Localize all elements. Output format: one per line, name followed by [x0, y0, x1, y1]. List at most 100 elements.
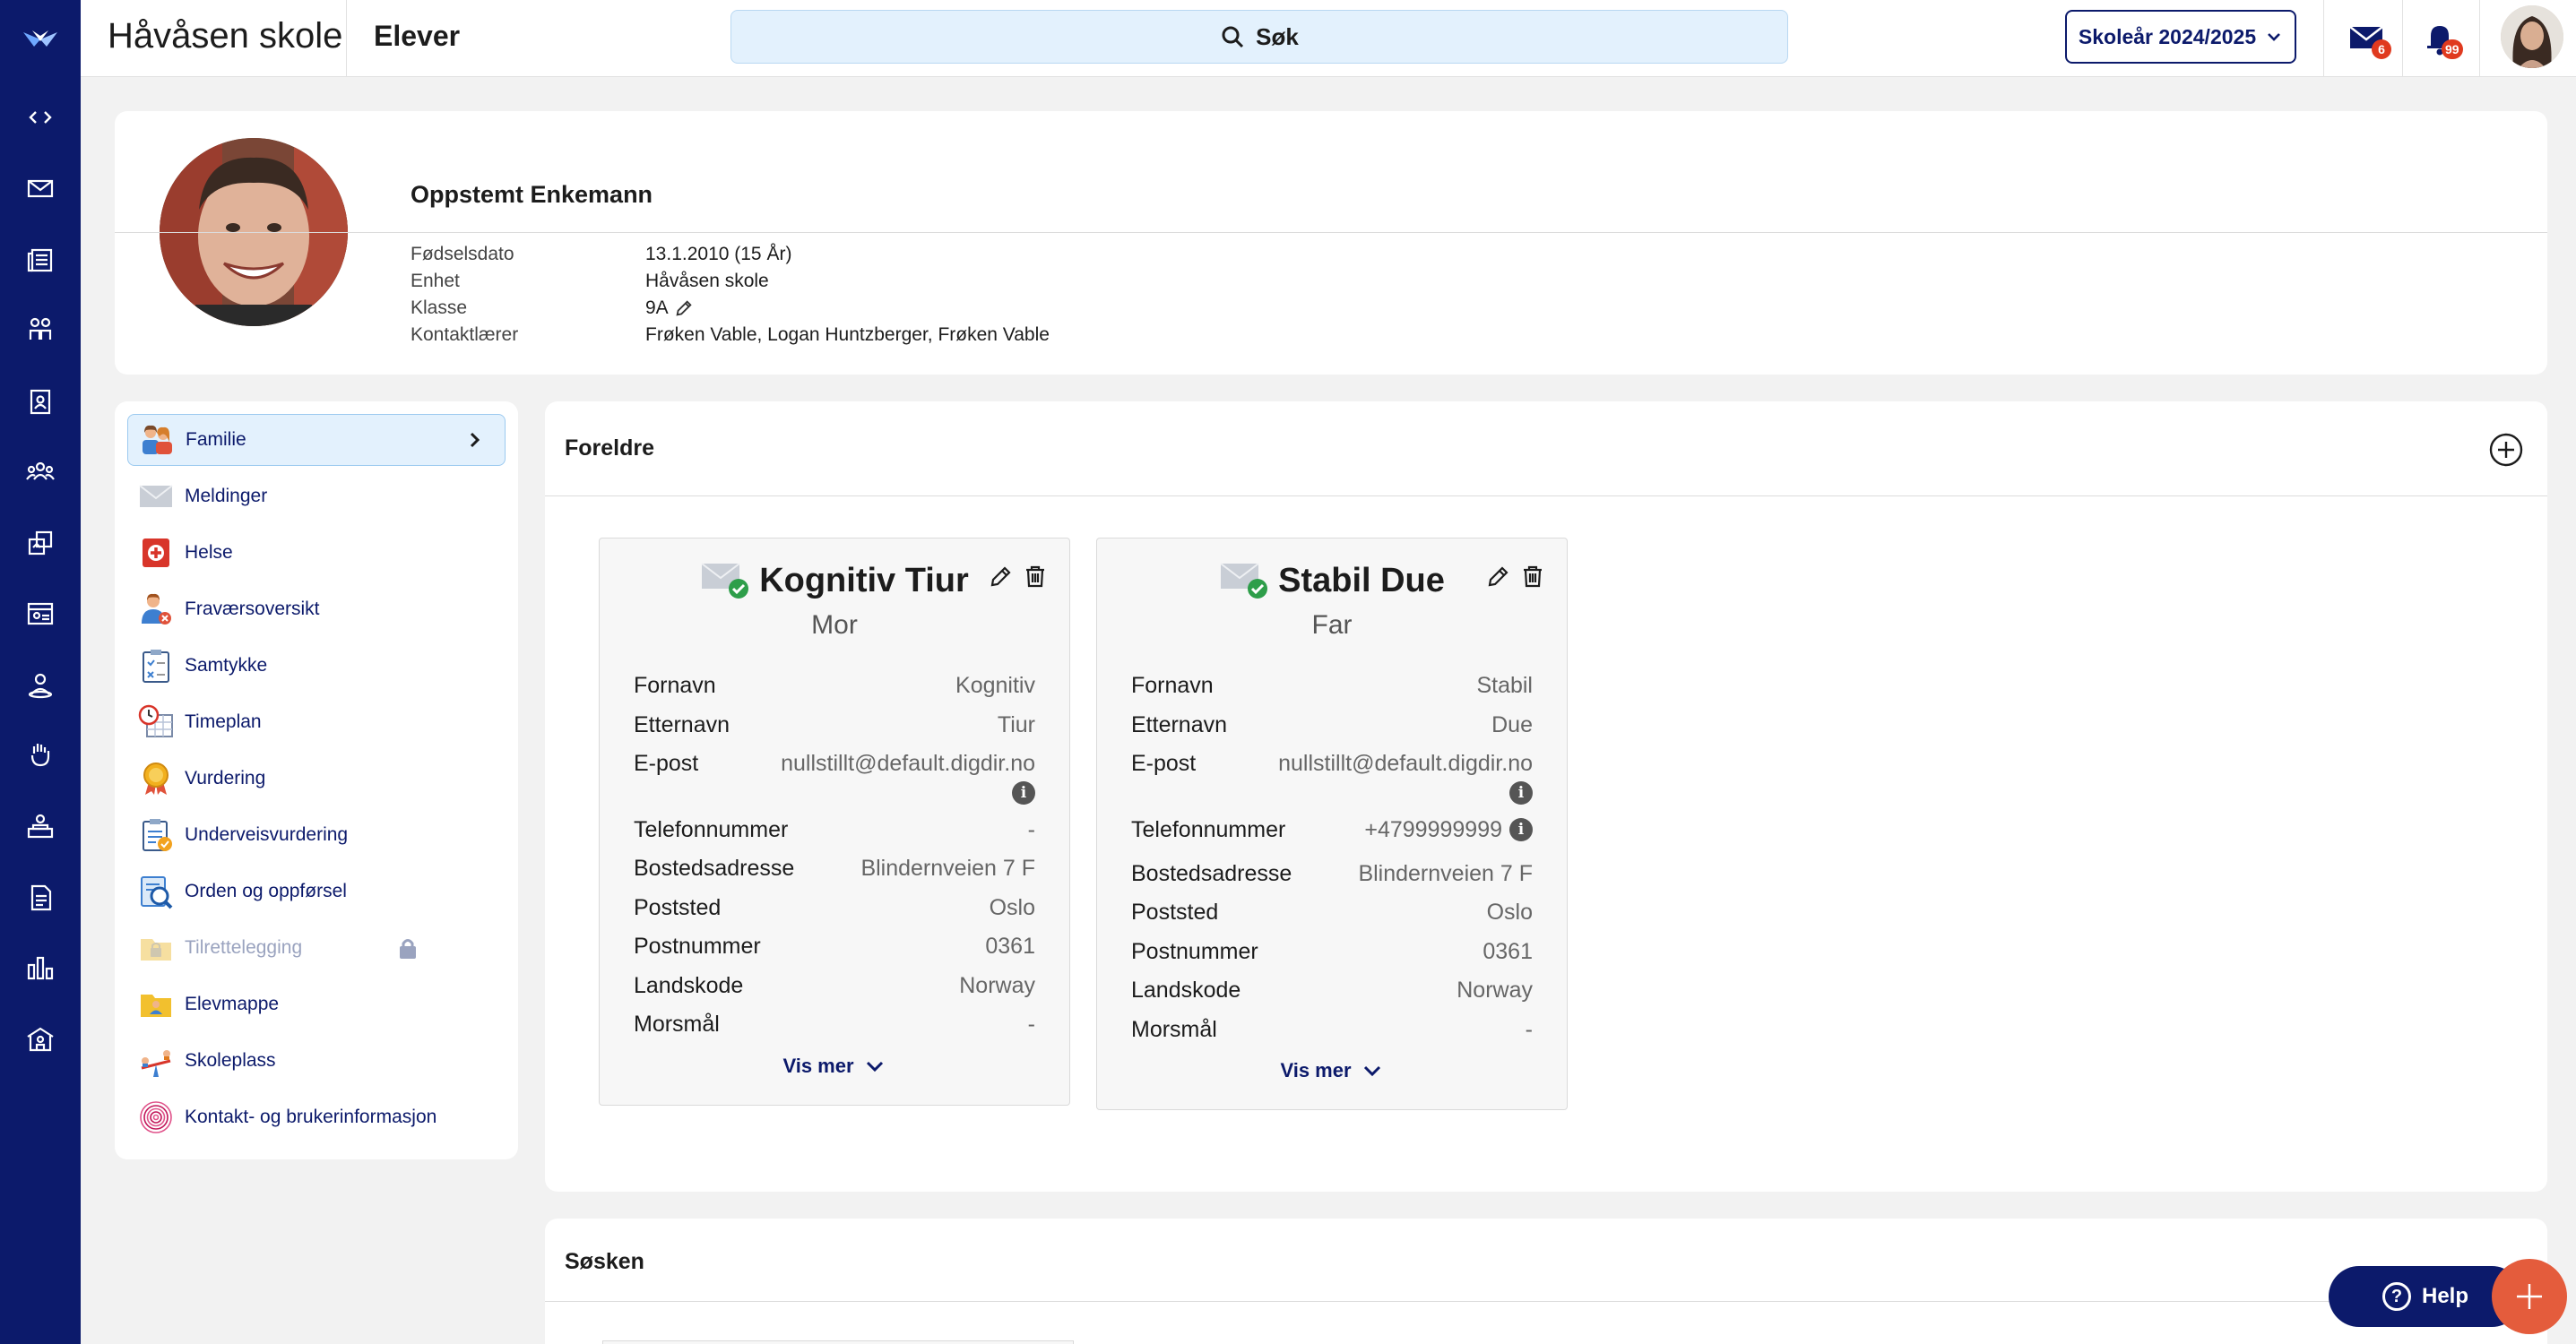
- class-value: 9A: [645, 297, 669, 318]
- row-value: Tiur: [997, 711, 1035, 737]
- row-value: nullstillt@default.digdir.no: [781, 751, 1035, 776]
- row-value-phone: +4799999999 i: [1364, 817, 1533, 843]
- calendar-icon[interactable]: [24, 597, 56, 629]
- menu-item-elevmappe[interactable]: Elevmappe: [127, 978, 506, 1030]
- divider: [115, 232, 2547, 233]
- assessment-icon: [138, 817, 174, 853]
- row-value: Blindernveien 7 F: [860, 856, 1035, 881]
- badge-icon[interactable]: [24, 385, 56, 418]
- parent-card: Stabil Due Far Fornavn Stabil Etternavn Du…: [1096, 538, 1568, 1110]
- parent-row: Morsmål -: [634, 1012, 1035, 1051]
- parent-actions: [989, 564, 1048, 589]
- document-icon[interactable]: [24, 882, 56, 914]
- parent-row: Morsmål -: [1131, 1017, 1533, 1056]
- menu-item-fravaersoversikt[interactable]: Fraværsoversikt: [127, 583, 506, 635]
- lock-icon: [400, 939, 416, 959]
- menu-item-label: Meldinger: [185, 486, 268, 506]
- parent-details: Fornavn Stabil Etternavn Due E-post nullsti…: [1097, 655, 1567, 1055]
- row-label: Fornavn: [1131, 673, 1214, 698]
- parent-card-header: Kognitiv Tiur Mor: [600, 538, 1069, 655]
- people-icon[interactable]: [24, 314, 56, 346]
- top-bar: Håvåsen skole Elever Søk Skoleår 2024/20…: [81, 0, 2576, 77]
- row-value: -: [1525, 1016, 1533, 1042]
- notification-badge: 99: [2442, 39, 2463, 59]
- parent-row: Postnummer 0361: [634, 934, 1035, 973]
- school-year-label: Skoleår 2024/2025: [2078, 24, 2257, 48]
- row-label: Morsmål: [1131, 1016, 1217, 1042]
- code-icon[interactable]: [24, 101, 56, 134]
- student-profile-card: Oppstemt Enkemann Fødselsdato 13.1.2010 …: [115, 111, 2547, 375]
- row-value: Norway: [959, 972, 1035, 998]
- row-label: E-post: [634, 751, 699, 776]
- info-icon[interactable]: i: [1509, 818, 1533, 841]
- row-label: Bostedsadresse: [634, 856, 795, 881]
- search-bar[interactable]: Søk: [730, 10, 1788, 64]
- menu-item-kontakt-og-brukerinformasjon[interactable]: Kontakt- og brukerinformasjon: [127, 1091, 506, 1143]
- menu-item-familie[interactable]: Familie: [127, 414, 506, 466]
- menu-item-timeplan[interactable]: Timeplan: [127, 696, 506, 748]
- mail-icon[interactable]: [24, 172, 56, 204]
- row-label: Fornavn: [634, 673, 716, 698]
- delete-trash-icon[interactable]: [1520, 564, 1545, 589]
- parent-row: Bostedsadresse Blindernveien 7 F: [1131, 861, 1533, 900]
- delete-trash-icon[interactable]: [1023, 564, 1048, 589]
- info-icon[interactable]: i: [1012, 780, 1035, 805]
- detail-value: Håvåsen skole: [645, 271, 769, 291]
- parent-details: Fornavn Kognitiv Etternavn Tiur E-post null…: [600, 655, 1069, 1051]
- messages-button[interactable]: 6: [2347, 18, 2391, 59]
- app-logo[interactable]: [20, 20, 61, 56]
- help-question-icon: ?: [2382, 1282, 2411, 1311]
- menu-item-skoleplass[interactable]: Skoleplass: [127, 1035, 506, 1087]
- swap-icon[interactable]: [24, 527, 56, 559]
- detail-label: Enhet: [411, 271, 460, 291]
- add-parent-button[interactable]: [2488, 432, 2524, 468]
- student-name: Oppstemt Enkemann: [411, 181, 653, 208]
- email-info-row: i: [1131, 780, 1533, 817]
- school-year-dropdown[interactable]: Skoleår 2024/2025: [2065, 10, 2296, 64]
- chart-icon[interactable]: [24, 952, 56, 984]
- show-more-button[interactable]: Vis mer: [600, 1051, 1069, 1105]
- parent-row: Telefonnummer +4799999999 i: [1131, 817, 1533, 861]
- menu-item-helse[interactable]: Helse: [127, 527, 506, 579]
- school-name[interactable]: Håvåsen skole: [108, 16, 342, 56]
- add-floating-button[interactable]: [2492, 1259, 2567, 1334]
- row-value: -: [1027, 816, 1035, 842]
- info-icon[interactable]: i: [1509, 780, 1533, 805]
- menu-item-vurdering[interactable]: Vurdering: [127, 753, 506, 805]
- notifications-button[interactable]: 99: [2420, 18, 2463, 59]
- user-avatar[interactable]: [2501, 5, 2563, 68]
- pencil-icon[interactable]: [674, 298, 694, 318]
- edit-pencil-icon[interactable]: [989, 564, 1014, 589]
- hand-icon[interactable]: [24, 738, 56, 771]
- row-value: Oslo: [989, 894, 1035, 920]
- page-title: Elever: [374, 20, 461, 52]
- user-pin-icon[interactable]: [24, 668, 56, 701]
- menu-item-meldinger[interactable]: Meldinger: [127, 470, 506, 522]
- show-more-button[interactable]: Vis mer: [1097, 1055, 1567, 1109]
- detail-value-class: 9A: [645, 295, 694, 322]
- edit-pencil-icon[interactable]: [1486, 564, 1511, 589]
- menu-item-orden-og-oppforsel[interactable]: Orden og oppførsel: [127, 866, 506, 918]
- menu-item-label: Helse: [185, 542, 233, 563]
- menu-item-underveisvurdering[interactable]: Underveisvurdering: [127, 809, 506, 861]
- menu-item-label: Underveisvurdering: [185, 824, 349, 845]
- menu-item-label: Timeplan: [185, 711, 262, 732]
- parent-row: Telefonnummer -: [634, 817, 1035, 857]
- news-icon[interactable]: [24, 244, 56, 276]
- detail-label: Fødselsdato: [411, 244, 514, 264]
- parent-card: Kognitiv Tiur Mor Fornavn Kognitiv Ettern…: [599, 538, 1070, 1106]
- absence-icon: [138, 591, 174, 627]
- parent-row: Etternavn Due: [1131, 712, 1533, 752]
- row-label: Etternavn: [634, 711, 730, 737]
- fingerprint-icon: [138, 1099, 174, 1135]
- row-label: Poststed: [1131, 900, 1219, 925]
- menu-item-samtykke[interactable]: Samtykke: [127, 640, 506, 692]
- row-label: Landskode: [634, 972, 744, 998]
- left-rail: [0, 0, 81, 1344]
- group-icon[interactable]: [24, 455, 56, 487]
- classroom-icon[interactable]: [24, 810, 56, 842]
- school-icon[interactable]: [24, 1023, 56, 1055]
- email-info-row: i: [634, 780, 1035, 817]
- row-value: nullstillt@default.digdir.no: [1278, 751, 1533, 776]
- parents-title: Foreldre: [565, 435, 655, 461]
